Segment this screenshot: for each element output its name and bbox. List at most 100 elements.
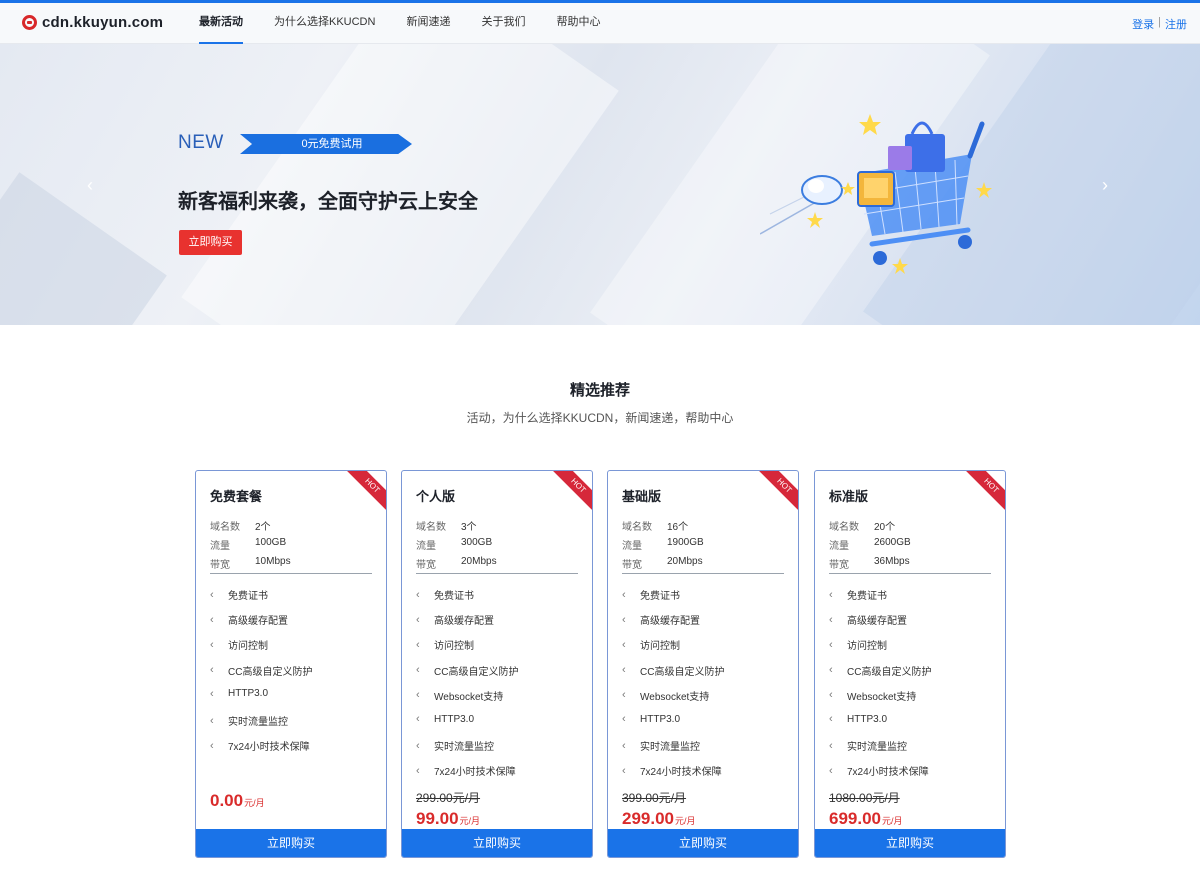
chevron-left-icon: ‹	[210, 613, 214, 626]
feature-item: ‹ 访问控制	[416, 637, 474, 653]
spec-label: 域名数	[210, 522, 240, 533]
nav-item-about-us[interactable]: 关于我们	[481, 3, 525, 44]
site-logo[interactable]: cdn.kkuyun.com	[22, 14, 163, 31]
buy-button[interactable]: 立即购买	[402, 829, 592, 857]
chevron-left-icon: ‹	[829, 638, 833, 651]
chevron-left-icon: ‹	[622, 638, 626, 651]
plan-price: 0.00元/月	[210, 791, 265, 811]
card-divider	[210, 573, 372, 574]
spec-row: 带宽 20Mbps	[416, 556, 497, 571]
hot-badge: HOT	[756, 471, 798, 514]
banner-buy-button[interactable]: 立即购买	[179, 230, 242, 255]
chevron-left-icon: ‹	[829, 613, 833, 626]
feature-item: ‹ 高级缓存配置	[622, 612, 700, 628]
plan-price: 99.00元/月	[416, 809, 480, 829]
register-link[interactable]: 注册	[1165, 16, 1187, 32]
price-unit: 元/月	[882, 816, 903, 826]
feature-item: ‹ 免费证书	[416, 587, 474, 603]
feature-label: HTTP3.0	[228, 688, 269, 700]
spec-label: 带宽	[210, 560, 230, 571]
nav-item-why-kkucdn[interactable]: 为什么选择KKUCDN	[274, 3, 375, 44]
banner-prev-arrow-icon[interactable]: ‹	[87, 175, 93, 196]
plan-name: 免费套餐	[210, 489, 263, 504]
feature-label: 7x24小时技术保障	[434, 767, 516, 779]
chevron-left-icon: ‹	[416, 613, 420, 626]
price-unit: 元/月	[459, 816, 481, 826]
feature-item: ‹ 访问控制	[622, 637, 680, 653]
chevron-left-icon: ‹	[416, 588, 420, 601]
price-value: 0.00	[210, 791, 244, 810]
spec-value: 2个	[255, 522, 271, 533]
feature-item: ‹ 访问控制	[210, 637, 268, 653]
spec-row: 流量 100GB	[210, 537, 286, 552]
feature-item: ‹ Websocket支持	[829, 688, 916, 703]
feature-item: ‹ CC高级自定义防护	[210, 663, 312, 678]
spec-label: 域名数	[416, 522, 446, 533]
feature-label: 免费证书	[434, 591, 474, 602]
spec-value: 3个	[461, 522, 477, 533]
feature-item: ‹ 访问控制	[829, 637, 887, 653]
spec-label: 流量	[416, 541, 436, 552]
spec-label: 流量	[210, 541, 230, 552]
feature-label: HTTP3.0	[434, 713, 475, 725]
plan-card: 免费套餐 HOT 域名数 2个 流量 100GB 带宽 10Mbps ‹ 免费证书 ‹ 高级缓存配置 ‹…	[195, 470, 387, 858]
shopping-cart-illustration-icon	[760, 114, 992, 274]
login-link[interactable]: 登录	[1132, 16, 1154, 32]
feature-label: CC高级自定义防护	[640, 666, 725, 678]
feature-item: ‹ HTTP3.0	[622, 713, 680, 725]
card-divider	[622, 573, 784, 574]
card-divider	[416, 573, 578, 574]
feature-label: 免费证书	[847, 591, 887, 602]
price-unit: 元/月	[244, 798, 265, 808]
feature-label: Websocket支持	[847, 691, 917, 703]
feature-item: ‹ 高级缓存配置	[416, 612, 494, 628]
feature-label: Websocket支持	[640, 691, 710, 703]
feature-label: 7x24小时技术保障	[640, 767, 722, 779]
chevron-left-icon: ‹	[416, 638, 420, 651]
spec-row: 流量 2600GB	[829, 537, 911, 552]
plan-card: 基础版 HOT 域名数 16个 流量 1900GB 带宽 20Mbps ‹ 免费证书 ‹ 高级缓存配置…	[607, 470, 799, 858]
spec-row: 带宽 20Mbps	[622, 556, 703, 571]
chevron-left-icon: ‹	[829, 713, 833, 725]
feature-item: ‹ CC高级自定义防护	[829, 663, 931, 678]
feature-item: ‹ 7x24小时技术保障	[416, 763, 516, 779]
spec-row: 域名数 16个	[622, 518, 688, 533]
chevron-left-icon: ‹	[622, 588, 626, 601]
nav-item-news[interactable]: 新闻速递	[406, 3, 450, 44]
feature-item: ‹ 高级缓存配置	[829, 612, 907, 628]
plan-card: 标准版 HOT 域名数 20个 流量 2600GB 带宽 36Mbps ‹ 免费证书 ‹ 高级缓存配置…	[814, 470, 1006, 858]
nav-item-help-center[interactable]: 帮助中心	[556, 3, 600, 44]
feature-label: 实时流量监控	[228, 717, 288, 728]
feature-label: 实时流量监控	[640, 742, 700, 754]
spec-label: 域名数	[829, 522, 859, 533]
spec-value: 20个	[874, 522, 896, 533]
original-price: 299.00元/月	[416, 791, 481, 805]
feature-label: 免费证书	[228, 591, 268, 602]
chevron-left-icon: ‹	[829, 739, 833, 752]
feature-item: ‹ 7x24小时技术保障	[210, 738, 310, 754]
plan-name: 基础版	[622, 489, 662, 504]
plan-card: 个人版 HOT 域名数 3个 流量 300GB 带宽 20Mbps ‹ 免费证书 ‹ 高级缓存配置 ‹ 访…	[401, 470, 593, 858]
spec-value: 300GB	[461, 537, 493, 548]
feature-item: ‹ HTTP3.0	[210, 688, 268, 700]
logo-icon	[22, 15, 37, 30]
nav-item-latest-activities[interactable]: 最新活动	[199, 3, 243, 44]
auth-separator: |	[1158, 16, 1161, 28]
buy-button[interactable]: 立即购买	[196, 829, 386, 857]
feature-item: ‹ 实时流量监控	[416, 738, 494, 754]
chevron-left-icon: ‹	[829, 664, 833, 677]
chevron-left-icon: ‹	[210, 687, 214, 700]
chevron-left-icon: ‹	[829, 588, 833, 601]
feature-label: Websocket支持	[434, 691, 504, 703]
buy-button[interactable]: 立即购买	[608, 829, 798, 857]
spec-value: 100GB	[255, 537, 287, 548]
chevron-left-icon: ‹	[210, 588, 214, 601]
spec-row: 域名数 20个	[829, 518, 895, 533]
feature-item: ‹ CC高级自定义防护	[416, 663, 518, 678]
chevron-left-icon: ‹	[622, 739, 626, 752]
buy-button[interactable]: 立即购买	[815, 829, 1005, 857]
banner-next-arrow-icon[interactable]: ›	[1102, 175, 1108, 196]
feature-item: ‹ 免费证书	[622, 587, 680, 603]
chevron-left-icon: ‹	[210, 664, 214, 677]
chevron-left-icon: ‹	[622, 613, 626, 626]
